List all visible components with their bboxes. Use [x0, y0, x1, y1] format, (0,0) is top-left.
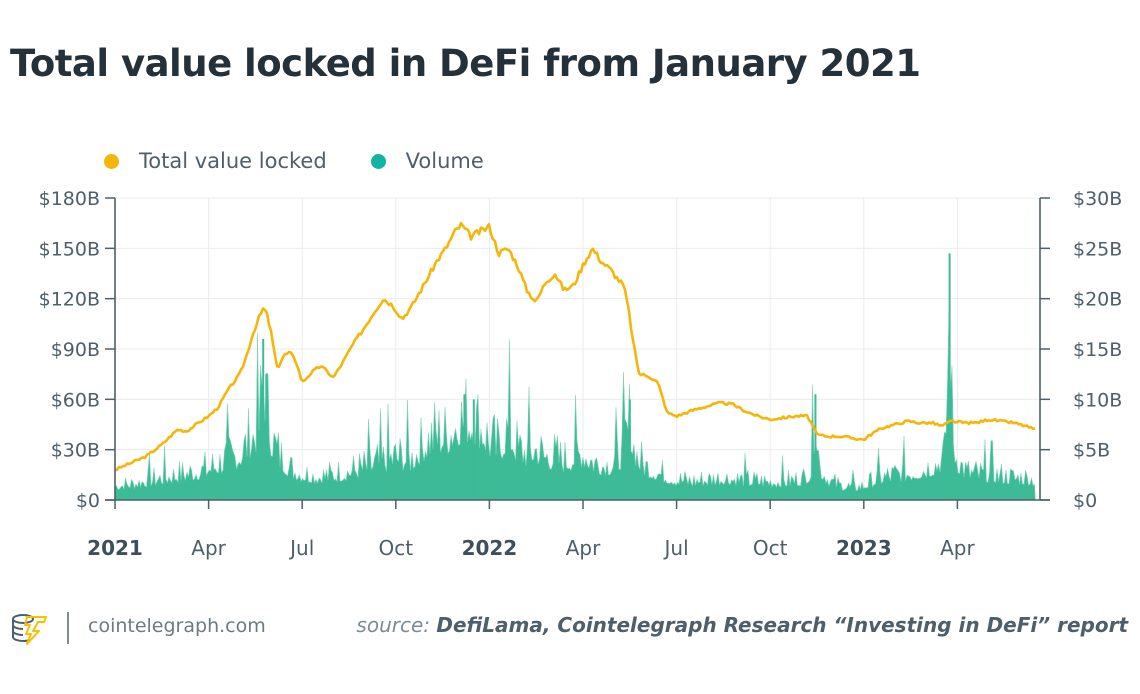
y-right-tick-label: $5B — [1073, 440, 1110, 462]
x-tick-label: 2022 — [462, 536, 518, 560]
volume-area — [114, 311, 1036, 501]
source-prefix: source: — [356, 613, 430, 637]
y-axis-right-labels: $0 $5B $10B $15B $20B $25B $30B — [1073, 188, 1122, 512]
y-right-tick-label: $25B — [1073, 238, 1122, 260]
y-left-tick-label: $30B — [51, 440, 100, 462]
footer-divider — [67, 612, 69, 644]
source-body: DefiLama, Cointelegraph Research “Invest… — [436, 613, 1128, 637]
cointelegraph-logo-icon — [12, 614, 47, 645]
y-left-tick-label: $150B — [39, 238, 100, 260]
footer-site: cointelegraph.com — [88, 615, 266, 637]
y-axis-left-labels: $0 $30B $60B $90B $120B $150B $180B — [39, 188, 100, 512]
y-right-tick-label: $20B — [1073, 289, 1122, 311]
y-left-tick-label: $120B — [39, 289, 100, 311]
x-tick-label: Oct — [753, 536, 788, 560]
y-right-tick-label: $15B — [1073, 339, 1122, 361]
y-left-tick-label: $0 — [76, 490, 100, 512]
x-tick-label: Jul — [663, 536, 689, 560]
y-right-tick-label: $0 — [1073, 490, 1097, 512]
volume-series — [114, 253, 1036, 501]
y-left-tick-label: $60B — [51, 389, 100, 411]
y-right-tick-label: $10B — [1073, 389, 1122, 411]
x-tick-label: Apr — [566, 536, 601, 560]
x-tick-label: 2021 — [87, 536, 143, 560]
y-left-tick-label: $90B — [51, 339, 100, 361]
x-axis-labels: 2021 Apr Jul Oct 2022 Apr Jul Oct 2023 Apr — [87, 536, 975, 560]
x-tick-label: Oct — [379, 536, 414, 560]
footer-source: source: DefiLama, Cointelegraph Research… — [356, 613, 1128, 637]
x-tick-label: Apr — [191, 536, 226, 560]
y-right-tick-label: $30B — [1073, 188, 1122, 210]
x-tick-label: Jul — [288, 536, 314, 560]
chart-svg: $0$30B$60B$90B$120B$150B$180B $0$5B$10B$… — [39, 188, 1123, 560]
y-left-tick-label: $180B — [39, 188, 100, 210]
x-tick-label: 2023 — [836, 536, 892, 560]
x-tick-label: Apr — [940, 536, 975, 560]
